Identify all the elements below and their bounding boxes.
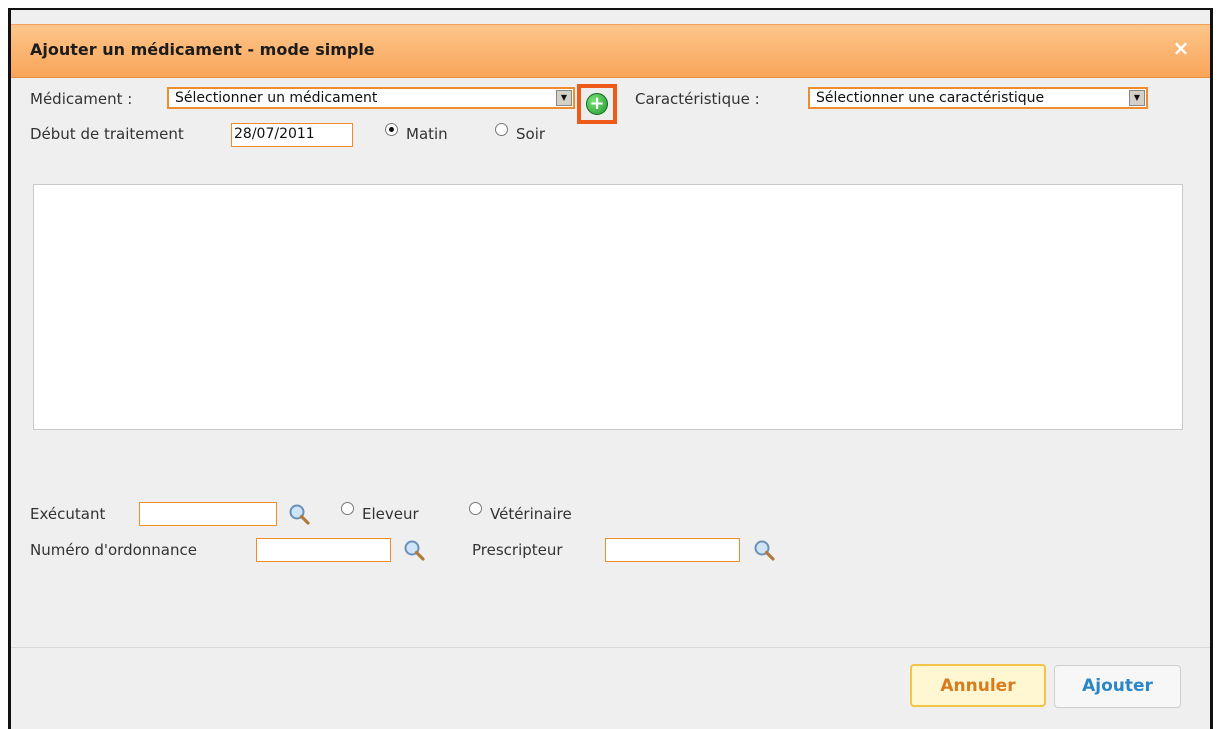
ordonnance-label: Numéro d'ordonnance xyxy=(30,541,197,559)
debut-traitement-label: Début de traitement xyxy=(30,125,184,143)
search-icon[interactable] xyxy=(287,502,311,526)
medicament-select-value: Sélectionner un médicament xyxy=(175,90,378,106)
veterinaire-radio[interactable] xyxy=(469,502,482,515)
search-icon[interactable] xyxy=(752,538,776,562)
add-medication-dialog: Ajouter un médicament - mode simple × Mé… xyxy=(8,8,1213,729)
medicament-select[interactable]: Sélectionner un médicament ▼ xyxy=(167,87,575,109)
chevron-down-icon[interactable]: ▼ xyxy=(1129,90,1145,106)
chevron-down-icon[interactable]: ▼ xyxy=(556,90,572,106)
medicament-label: Médicament : xyxy=(30,90,133,108)
executant-label: Exécutant xyxy=(30,505,106,523)
prescripteur-label: Prescripteur xyxy=(472,541,563,559)
cancel-button[interactable]: Annuler xyxy=(910,664,1046,707)
footer-divider xyxy=(11,647,1210,648)
caracteristique-label: Caractéristique : xyxy=(635,90,760,108)
medication-details-area[interactable] xyxy=(33,184,1183,430)
caracteristique-select[interactable]: Sélectionner une caractéristique ▼ xyxy=(808,87,1148,109)
ordonnance-input[interactable] xyxy=(256,538,391,562)
caracteristique-select-value: Sélectionner une caractéristique xyxy=(816,90,1045,106)
veterinaire-label: Vétérinaire xyxy=(490,505,572,523)
prescripteur-input[interactable] xyxy=(605,538,740,562)
add-button[interactable]: Ajouter xyxy=(1054,665,1181,708)
close-icon[interactable]: × xyxy=(1170,37,1192,59)
soir-radio[interactable] xyxy=(495,123,508,136)
matin-radio[interactable] xyxy=(385,123,398,136)
executant-input[interactable] xyxy=(139,502,277,526)
eleveur-radio[interactable] xyxy=(341,502,354,515)
search-icon[interactable] xyxy=(402,538,426,562)
dialog-title: Ajouter un médicament - mode simple xyxy=(30,40,375,59)
add-medication-highlight: + xyxy=(577,84,617,124)
soir-label: Soir xyxy=(516,125,546,143)
matin-label: Matin xyxy=(406,125,448,143)
eleveur-label: Eleveur xyxy=(362,505,419,523)
debut-traitement-input[interactable]: 28/07/2011 xyxy=(231,123,353,147)
add-medication-icon[interactable]: + xyxy=(586,93,608,115)
dialog-titlebar: Ajouter un médicament - mode simple × xyxy=(11,24,1210,78)
